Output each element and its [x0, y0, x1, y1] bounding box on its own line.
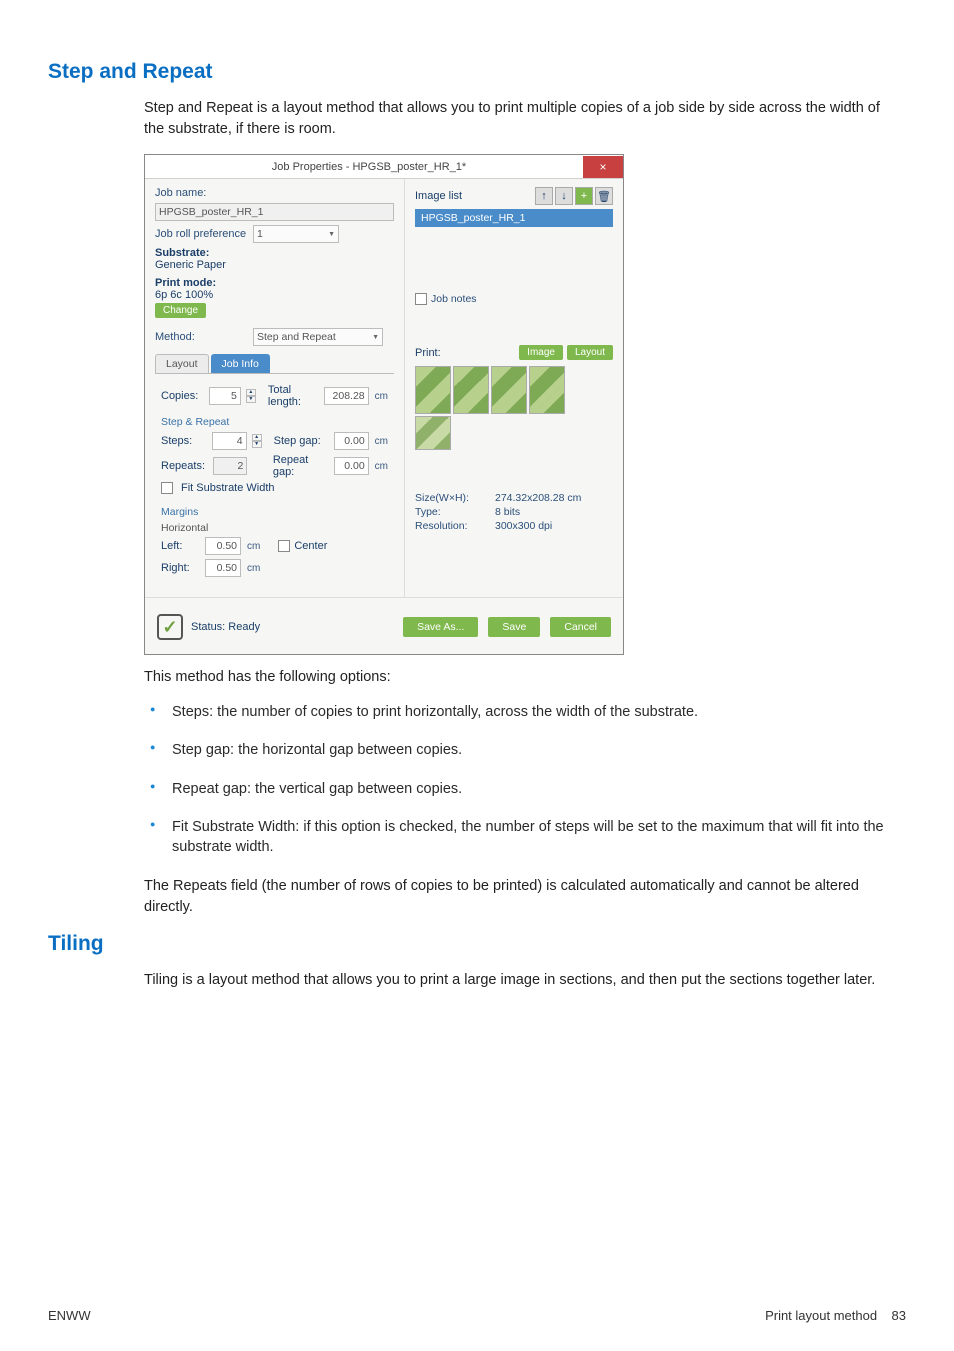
imagelist-item[interactable]: HPGSB_poster_HR_1 [415, 209, 613, 227]
repeats-note: The Repeats field (the number of rows of… [144, 876, 900, 918]
job-properties-dialog: Job Properties - HPGSB_poster_HR_1* × Jo… [144, 154, 624, 655]
jobnotes-checkbox[interactable] [415, 293, 427, 305]
repeats-label: Repeats: [161, 460, 209, 472]
type-value: 8 bits [495, 506, 520, 518]
imagelist-label: Image list [415, 190, 462, 202]
jobname-field[interactable]: HPGSB_poster_HR_1 [155, 203, 394, 221]
footer-left: ENWW [48, 1308, 91, 1323]
fit-substrate-width-checkbox[interactable] [161, 482, 173, 494]
repeats-field: 2 [213, 457, 248, 475]
repeatgap-label: Repeat gap: [273, 454, 330, 478]
imagelist-down-icon[interactable]: ↓ [555, 187, 573, 205]
fit-substrate-width-label: Fit Substrate Width [181, 482, 275, 494]
resolution-value: 300x300 dpi [495, 520, 552, 532]
copies-label: Copies: [161, 390, 205, 402]
print-label: Print: [415, 347, 441, 359]
printmode-value: 6p 6c 100% [155, 289, 394, 301]
section-heading-step-and-repeat: Step and Repeat [48, 60, 906, 84]
rollpref-dropdown[interactable]: 1▼ [253, 225, 339, 243]
step-repeat-group-label: Step & Repeat [161, 416, 388, 428]
method-dropdown[interactable]: Step and Repeat▼ [253, 328, 383, 346]
options-intro: This method has the following options: [144, 667, 900, 688]
tab-layout[interactable]: Layout [155, 354, 209, 373]
horizontal-label: Horizontal [161, 522, 388, 534]
close-icon[interactable]: × [583, 156, 623, 178]
steps-label: Steps: [161, 435, 208, 447]
stepgap-field[interactable]: 0.00 [334, 432, 368, 450]
footer-right: Print layout method 83 [765, 1308, 906, 1323]
status-check-icon: ✓ [157, 614, 183, 640]
unit-cm: cm [375, 391, 388, 402]
change-button[interactable]: Change [155, 303, 206, 318]
substrate-label: Substrate: [155, 247, 394, 259]
save-as-button[interactable]: Save As... [403, 617, 478, 637]
right-margin-field[interactable]: 0.50 [205, 559, 241, 577]
center-checkbox[interactable] [278, 540, 290, 552]
chevron-down-icon: ▼ [372, 334, 379, 341]
steps-spinner[interactable]: ▲▼ [252, 434, 262, 448]
tab-jobinfo[interactable]: Job Info [211, 354, 270, 373]
cancel-button[interactable]: Cancel [550, 617, 611, 637]
left-margin-label: Left: [161, 540, 201, 552]
steps-field[interactable]: 4 [212, 432, 246, 450]
center-label: Center [294, 540, 327, 552]
save-button[interactable]: Save [488, 617, 540, 637]
totallength-field: 208.28 [324, 387, 369, 405]
size-value: 274.32x208.28 cm [495, 492, 581, 504]
jobnotes-label: Job notes [431, 293, 477, 305]
layout-button[interactable]: Layout [567, 345, 613, 360]
tiling-paragraph: Tiling is a layout method that allows yo… [144, 970, 900, 991]
stepgap-label: Step gap: [274, 435, 331, 447]
copies-field[interactable]: 5 [209, 387, 241, 405]
rollpref-label: Job roll preference [155, 228, 249, 240]
chevron-down-icon: ▼ [328, 231, 335, 238]
imagelist-up-icon[interactable]: ↑ [535, 187, 553, 205]
copies-spinner[interactable]: ▲▼ [246, 389, 256, 403]
resolution-label: Resolution: [415, 520, 485, 532]
margins-group-label: Margins [161, 506, 388, 518]
intro-paragraph: Step and Repeat is a layout method that … [144, 98, 900, 140]
size-label: Size(W×H): [415, 492, 485, 504]
list-item: Fit Substrate Width: if this option is c… [144, 817, 900, 858]
totallength-label: Total length: [268, 384, 320, 408]
preview-area [415, 366, 575, 462]
imagelist-add-icon[interactable]: + [575, 187, 593, 205]
substrate-value: Generic Paper [155, 259, 394, 271]
type-label: Type: [415, 506, 485, 518]
status-label: Status: Ready [191, 621, 260, 633]
section-heading-tiling: Tiling [48, 932, 906, 956]
printmode-label: Print mode: [155, 277, 394, 289]
repeatgap-field[interactable]: 0.00 [334, 457, 369, 475]
imagelist-delete-icon[interactable]: 🗑 [595, 187, 613, 205]
left-margin-field[interactable]: 0.50 [205, 537, 241, 555]
dialog-title: Job Properties - HPGSB_poster_HR_1* [155, 161, 583, 173]
method-label: Method: [155, 331, 249, 343]
list-item: Step gap: the horizontal gap between cop… [144, 740, 900, 760]
jobname-label: Job name: [155, 187, 249, 199]
right-margin-label: Right: [161, 562, 201, 574]
image-button[interactable]: Image [519, 345, 563, 360]
list-item: Steps: the number of copies to print hor… [144, 702, 900, 722]
list-item: Repeat gap: the vertical gap between cop… [144, 779, 900, 799]
